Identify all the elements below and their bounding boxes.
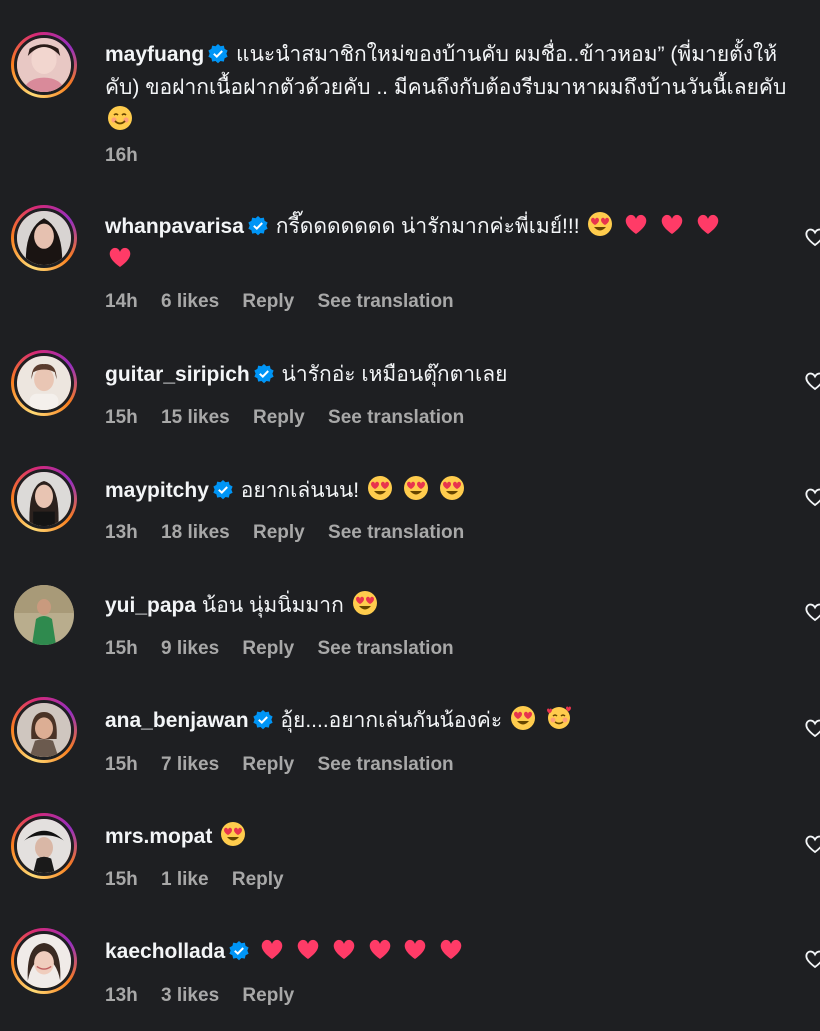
verified-badge-icon [229,941,249,961]
avatar[interactable] [11,32,77,98]
comment-text: อุ้ย....อยากเล่นกันน้องค่ะ [280,709,503,732]
verified-badge-icon [208,44,228,64]
see-translation-button[interactable]: See translation [317,638,453,659]
heart-icon [405,939,426,959]
heart-icon [297,939,319,959]
like-count[interactable]: 18 likes [161,522,230,543]
username[interactable]: mrs.mopat [105,825,212,848]
reply-button[interactable]: Reply [253,522,305,543]
smiling-hearts-icon [546,706,571,729]
like-heart-icon[interactable] [804,226,820,248]
avatar[interactable] [11,697,77,763]
heart-eyes-icon [352,591,377,615]
reply-button[interactable]: Reply [232,869,284,890]
timestamp: 15h [105,638,138,659]
heart-eyes-icon [588,212,613,236]
heart-eyes-icon [221,822,246,846]
verified-badge-icon [252,710,273,730]
timestamp: 15h [105,754,138,775]
heart-icon [661,214,683,234]
reply-button[interactable]: Reply [242,638,294,659]
see-translation-button[interactable]: See translation [317,291,453,312]
see-translation-button[interactable]: See translation [317,754,453,775]
like-count[interactable]: 3 likes [161,985,219,1006]
reply-button[interactable]: Reply [242,754,294,775]
heart-icon [109,247,131,267]
timestamp: 13h [105,522,138,543]
like-count[interactable]: 15 likes [161,407,230,428]
comment-text: อยากเล่นนน! [240,479,360,502]
timestamp: 15h [105,869,138,890]
like-count[interactable]: 1 like [161,869,209,890]
heart-icon [261,939,283,959]
timestamp: 16h [105,145,138,166]
heart-icon [625,214,647,234]
avatar[interactable] [11,350,77,416]
avatar[interactable] [11,205,77,271]
smiling-face-icon [108,106,132,130]
comment-text: น่ารักอ่ะ เหมือนตุ๊กตาเลย [281,363,508,386]
username[interactable]: guitar_siripich [105,363,250,386]
like-count[interactable]: 9 likes [161,638,219,659]
see-translation-button[interactable]: See translation [328,407,464,428]
reply-button[interactable]: Reply [253,407,305,428]
reply-button[interactable]: Reply [242,291,294,312]
username[interactable]: yui_papa [105,594,196,617]
avatar[interactable] [11,466,77,532]
username[interactable]: whanpavarisa [105,215,244,238]
avatar[interactable] [14,585,74,645]
like-heart-icon[interactable] [804,717,820,739]
username[interactable]: maypitchy [105,479,209,502]
like-heart-icon[interactable] [804,833,820,855]
heart-icon [697,214,719,234]
heart-eyes-icon [439,476,464,500]
like-heart-icon[interactable] [804,601,820,623]
like-count[interactable]: 6 likes [161,291,219,312]
avatar[interactable] [11,813,77,879]
comment-text: กรี๊ดดดดดดด น่ารักมากค่ะพี่เมย์!!! [275,215,580,238]
heart-eyes-icon [367,476,392,500]
heart-eyes-icon [403,476,428,500]
see-translation-button[interactable]: See translation [328,522,464,543]
heart-icon [369,939,390,959]
like-heart-icon[interactable] [804,486,820,508]
heart-icon [333,939,355,959]
username[interactable]: mayfuang [105,43,204,66]
username[interactable]: ana_benjawan [105,709,249,732]
comment-text: น้อน นุ่มนิ่มมาก [201,594,344,617]
heart-icon [441,939,462,959]
verified-badge-icon [213,480,233,500]
like-count[interactable]: 7 likes [161,754,219,775]
verified-badge-icon [248,216,268,236]
timestamp: 14h [105,291,138,312]
comment-text: แนะนำสมาชิกใหม่ของบ้านคับ ผมชื่อ..ข้าวหอ… [105,43,787,99]
heart-eyes-icon [510,706,535,730]
reply-button[interactable]: Reply [242,985,294,1006]
timestamp: 15h [105,407,138,428]
avatar[interactable] [11,928,77,994]
like-heart-icon[interactable] [804,948,820,970]
username[interactable]: kaechollada [105,940,225,963]
verified-badge-icon [254,364,274,384]
like-heart-icon[interactable] [804,370,820,392]
timestamp: 13h [105,985,138,1006]
